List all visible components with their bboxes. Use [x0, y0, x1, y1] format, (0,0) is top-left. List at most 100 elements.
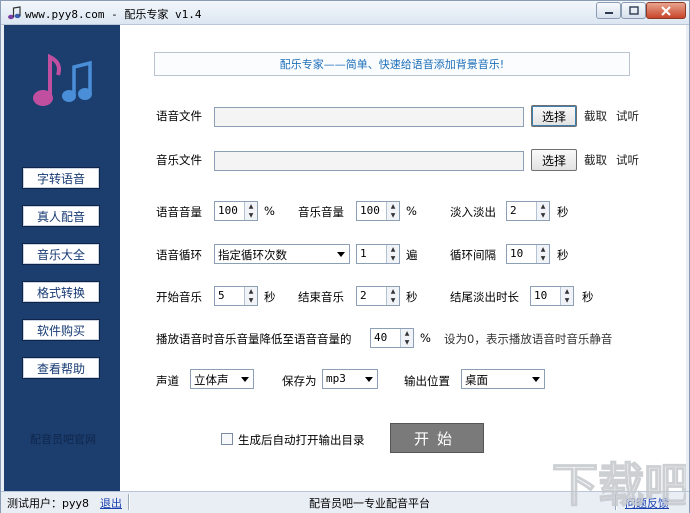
stepper-arrows[interactable]: ▲ ▼: [536, 202, 549, 220]
sidebar: 字转语音 真人配音 音乐大全 格式转换 软件购买 查看帮助 配音员吧官网: [4, 25, 120, 491]
down-arrow-icon[interactable]: ▼: [401, 338, 413, 347]
duck-unit: %: [420, 331, 431, 345]
down-arrow-icon[interactable]: ▼: [387, 296, 399, 305]
client-area: 字转语音 真人配音 音乐大全 格式转换 软件购买 查看帮助 配音员吧官网 配乐专…: [4, 25, 686, 491]
up-arrow-icon[interactable]: ▲: [387, 245, 399, 254]
voice-loop-unit: 遍: [406, 248, 418, 262]
sidebar-item-help[interactable]: 查看帮助: [22, 357, 100, 379]
start-music-value: 5: [218, 289, 225, 302]
start-button[interactable]: 开始: [390, 423, 484, 453]
up-arrow-icon[interactable]: ▲: [387, 202, 399, 211]
minimize-button[interactable]: [596, 2, 621, 19]
stepper-arrows[interactable]: ▲ ▼: [244, 202, 257, 220]
official-site-link[interactable]: 配音员吧官网: [16, 431, 110, 447]
channel-select[interactable]: 立体声: [190, 369, 254, 389]
output-location-value: 桌面: [465, 373, 488, 387]
end-music-label: 结束音乐: [298, 290, 344, 304]
duck-value: 40: [374, 331, 388, 344]
maximize-icon: [628, 6, 639, 15]
up-arrow-icon[interactable]: ▲: [245, 287, 257, 296]
sidebar-item-human-voice[interactable]: 真人配音: [22, 205, 100, 227]
voice-loop-count-stepper[interactable]: 1 ▲ ▼: [356, 244, 400, 264]
stepper-arrows[interactable]: ▲ ▼: [400, 329, 413, 347]
tail-fade-stepper[interactable]: 10 ▲ ▼: [530, 286, 574, 306]
down-arrow-icon[interactable]: ▼: [537, 254, 549, 263]
tail-fade-unit: 秒: [582, 290, 594, 304]
auto-open-label[interactable]: 生成后自动打开输出目录: [238, 432, 365, 448]
fade-in-out-stepper[interactable]: 2 ▲ ▼: [506, 201, 550, 221]
loop-interval-unit: 秒: [557, 248, 569, 262]
voice-loop-mode-select[interactable]: 指定循环次数: [214, 244, 350, 264]
end-music-unit: 秒: [406, 290, 418, 304]
music-volume-label: 音乐音量: [298, 205, 344, 219]
music-select-button[interactable]: 选择: [531, 149, 577, 171]
music-listen-link[interactable]: 试听: [616, 152, 639, 168]
maximize-button[interactable]: [621, 2, 646, 19]
title-bar[interactable]: www.pyy8.com - 配乐专家 v1.4: [1, 1, 689, 25]
sidebar-item-text-to-speech[interactable]: 字转语音: [22, 167, 100, 189]
auto-open-checkbox[interactable]: [221, 433, 233, 445]
music-volume-value: 100: [360, 204, 380, 217]
stepper-arrows[interactable]: ▲ ▼: [386, 287, 399, 305]
logout-link[interactable]: 退出: [100, 495, 122, 511]
music-cut-link[interactable]: 截取: [584, 152, 607, 168]
feedback-link[interactable]: 问题反馈: [625, 495, 669, 511]
down-arrow-icon[interactable]: ▼: [245, 211, 257, 220]
start-music-unit: 秒: [264, 290, 276, 304]
channel-value: 立体声: [194, 373, 229, 387]
fade-in-out-label: 淡入淡出: [450, 205, 496, 219]
end-music-value: 2: [360, 289, 367, 302]
duck-hint: 设为0，表示播放语音时音乐静音: [444, 332, 613, 346]
music-notes-icon: [33, 53, 92, 106]
close-icon: [661, 5, 671, 16]
up-arrow-icon[interactable]: ▲: [401, 329, 413, 338]
sidebar-item-format-convert[interactable]: 格式转换: [22, 281, 100, 303]
close-button[interactable]: [646, 2, 686, 19]
sidebar-item-purchase[interactable]: 软件购买: [22, 319, 100, 341]
chevron-down-icon: [337, 252, 345, 257]
loop-interval-stepper[interactable]: 10 ▲ ▼: [506, 244, 550, 264]
up-arrow-icon[interactable]: ▲: [537, 245, 549, 254]
fade-in-out-value: 2: [510, 204, 517, 217]
main-panel: 配乐专家——简单、快速给语音添加背景音乐! 语音文件 选择 截取 试听 音乐文件…: [120, 25, 686, 491]
down-arrow-icon[interactable]: ▼: [387, 254, 399, 263]
down-arrow-icon[interactable]: ▼: [245, 296, 257, 305]
duck-label: 播放语音时音乐音量降低至语音音量的: [156, 332, 352, 346]
save-as-label: 保存为: [282, 374, 317, 388]
down-arrow-icon[interactable]: ▼: [387, 211, 399, 220]
status-center: 配音员吧一专业配音平台: [309, 497, 430, 510]
down-arrow-icon[interactable]: ▼: [537, 211, 549, 220]
end-music-stepper[interactable]: 2 ▲ ▼: [356, 286, 400, 306]
start-music-stepper[interactable]: 5 ▲ ▼: [214, 286, 258, 306]
sidebar-item-music-library[interactable]: 音乐大全: [22, 243, 100, 265]
stepper-arrows[interactable]: ▲ ▼: [386, 202, 399, 220]
voice-listen-link[interactable]: 试听: [616, 108, 639, 124]
up-arrow-icon[interactable]: ▲: [387, 287, 399, 296]
voice-loop-label: 语音循环: [156, 248, 202, 262]
duck-stepper[interactable]: 40 ▲ ▼: [370, 328, 414, 348]
music-volume-stepper[interactable]: 100 ▲ ▼: [356, 201, 400, 221]
stepper-arrows[interactable]: ▲ ▼: [244, 287, 257, 305]
stepper-arrows[interactable]: ▲ ▼: [536, 245, 549, 263]
voice-select-button[interactable]: 选择: [531, 105, 577, 127]
loop-interval-label: 循环间隔: [450, 248, 496, 262]
status-divider: [615, 494, 617, 510]
window-title: www.pyy8.com - 配乐专家 v1.4: [25, 8, 202, 21]
loop-interval-value: 10: [510, 247, 524, 260]
up-arrow-icon[interactable]: ▲: [561, 287, 573, 296]
voice-file-input[interactable]: [214, 107, 524, 127]
music-file-input[interactable]: [214, 151, 524, 171]
up-arrow-icon[interactable]: ▲: [245, 202, 257, 211]
output-location-select[interactable]: 桌面: [461, 369, 545, 389]
status-user: 测试用户：pyy8: [7, 497, 90, 510]
save-as-value: mp3: [326, 372, 346, 385]
up-arrow-icon[interactable]: ▲: [537, 202, 549, 211]
voice-file-label: 语音文件: [156, 109, 202, 123]
voice-cut-link[interactable]: 截取: [584, 108, 607, 124]
stepper-arrows[interactable]: ▲ ▼: [560, 287, 573, 305]
save-as-select[interactable]: mp3: [322, 369, 378, 389]
stepper-arrows[interactable]: ▲ ▼: [386, 245, 399, 263]
output-location-label: 输出位置: [404, 374, 450, 388]
voice-volume-stepper[interactable]: 100 ▲ ▼: [214, 201, 258, 221]
down-arrow-icon[interactable]: ▼: [561, 296, 573, 305]
